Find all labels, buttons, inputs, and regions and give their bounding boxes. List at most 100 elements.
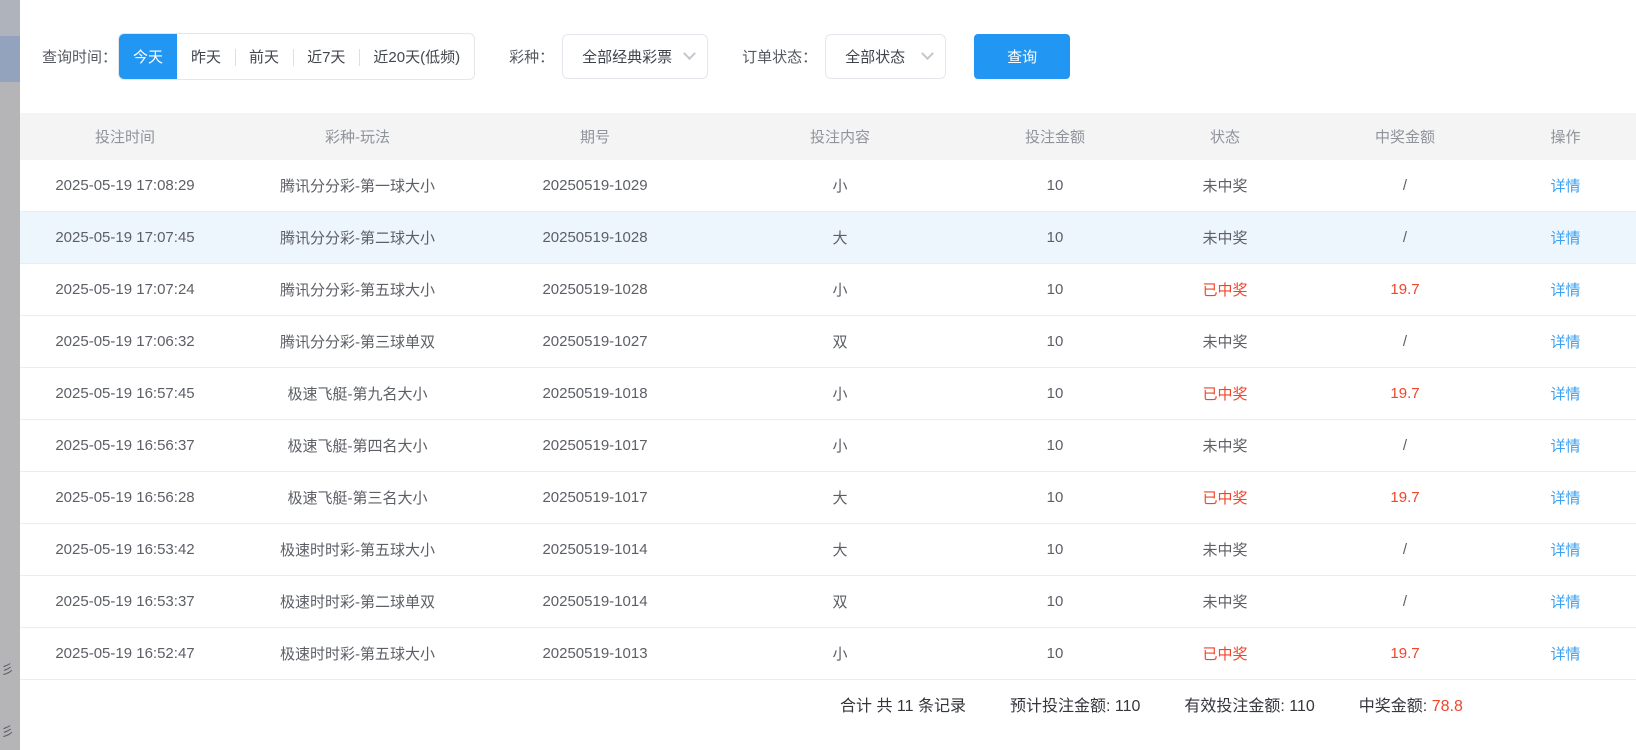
table-body: 2025-05-19 17:08:29 腾讯分分彩-第一球大小 20250519… bbox=[20, 160, 1636, 680]
column-header-4: 投注内容 bbox=[705, 126, 975, 147]
detail-link[interactable]: 详情 bbox=[1550, 594, 1580, 611]
bet-time-cell: 2025-05-19 16:56:28 bbox=[20, 489, 230, 506]
lottery-play-cell: 极速时时彩-第二球单双 bbox=[230, 591, 485, 612]
time-option-4[interactable]: 近20天(低频) bbox=[359, 34, 474, 79]
win-amount-cell: / bbox=[1315, 541, 1495, 558]
period-number-cell: 20250519-1013 bbox=[485, 645, 705, 662]
query-button[interactable]: 查询 bbox=[974, 34, 1070, 79]
action-cell: 详情 bbox=[1495, 175, 1636, 196]
detail-link[interactable]: 详情 bbox=[1550, 282, 1580, 299]
win-amount-cell: / bbox=[1315, 333, 1495, 350]
table-row: 2025-05-19 16:56:28 极速飞艇-第三名大小 20250519-… bbox=[20, 472, 1636, 524]
status-cell: 已中奖 bbox=[1135, 279, 1315, 300]
bet-content-cell: 小 bbox=[705, 279, 975, 300]
action-cell: 详情 bbox=[1495, 643, 1636, 664]
table-row: 2025-05-19 17:08:29 腾讯分分彩-第一球大小 20250519… bbox=[20, 160, 1636, 212]
table-header-row: 投注时间彩种-玩法期号投注内容投注金额状态中奖金额操作 bbox=[20, 113, 1636, 160]
bet-amount-cell: 10 bbox=[975, 489, 1135, 506]
win-amount-cell: / bbox=[1315, 593, 1495, 610]
order-status-value: 全部状态 bbox=[845, 46, 905, 67]
summary-bar: 合计 共 11 条记录 预计投注金额: 110 有效投注金额: 110 中奖金额… bbox=[20, 680, 1636, 728]
order-status-label: 订单状态： bbox=[742, 46, 817, 67]
detail-link[interactable]: 详情 bbox=[1550, 334, 1580, 351]
column-header-7: 中奖金额 bbox=[1315, 126, 1495, 147]
table-row: 2025-05-19 16:56:37 极速飞艇-第四名大小 20250519-… bbox=[20, 420, 1636, 472]
bet-content-cell: 大 bbox=[705, 227, 975, 248]
win-amount-cell: 19.7 bbox=[1315, 489, 1495, 506]
column-header-8: 操作 bbox=[1495, 126, 1636, 147]
total-records-text: 合计 共 11 条记录 bbox=[840, 692, 966, 716]
time-option-1[interactable]: 昨天 bbox=[177, 34, 235, 79]
win-amount-cell: / bbox=[1315, 229, 1495, 246]
detail-link[interactable]: 详情 bbox=[1550, 386, 1580, 403]
chevron-down-icon bbox=[921, 47, 934, 60]
bet-amount-cell: 10 bbox=[975, 437, 1135, 454]
lottery-play-cell: 极速时时彩-第五球大小 bbox=[230, 539, 485, 560]
action-cell: 详情 bbox=[1495, 279, 1636, 300]
action-cell: 详情 bbox=[1495, 591, 1636, 612]
time-range-segmented-control: 今天昨天前天近7天近20天(低频) bbox=[118, 33, 475, 80]
bet-amount-cell: 10 bbox=[975, 385, 1135, 402]
detail-link[interactable]: 详情 bbox=[1550, 178, 1580, 195]
table-row: 2025-05-19 16:53:42 极速时时彩-第五球大小 20250519… bbox=[20, 524, 1636, 576]
bet-amount-cell: 10 bbox=[975, 229, 1135, 246]
bet-time-cell: 2025-05-19 17:07:24 bbox=[20, 281, 230, 298]
period-number-cell: 20250519-1017 bbox=[485, 489, 705, 506]
win-amount-cell: / bbox=[1315, 177, 1495, 194]
table-row: 2025-05-19 17:07:24 腾讯分分彩-第五球大小 20250519… bbox=[20, 264, 1636, 316]
betting-records-page: 彡 彡 查询时间： 今天昨天前天近7天近20天(低频) 彩种： 全部经典彩票 订… bbox=[0, 0, 1636, 750]
win-amount-cell: 19.7 bbox=[1315, 385, 1495, 402]
bet-time-cell: 2025-05-19 16:53:37 bbox=[20, 593, 230, 610]
estimated-bet-amount: 预计投注金额: 110 bbox=[1010, 692, 1140, 716]
period-number-cell: 20250519-1018 bbox=[485, 385, 705, 402]
lottery-type-value: 全部经典彩票 bbox=[582, 46, 672, 67]
time-filter-label: 查询时间： bbox=[42, 46, 117, 67]
time-option-3[interactable]: 近7天 bbox=[293, 34, 359, 79]
detail-link[interactable]: 详情 bbox=[1550, 490, 1580, 507]
lottery-type-label: 彩种： bbox=[509, 46, 554, 67]
table-row: 2025-05-19 16:52:47 极速时时彩-第五球大小 20250519… bbox=[20, 628, 1636, 680]
bet-time-cell: 2025-05-19 17:08:29 bbox=[20, 177, 230, 194]
valid-bet-amount: 有效投注金额: 110 bbox=[1184, 692, 1314, 716]
detail-link[interactable]: 详情 bbox=[1550, 230, 1580, 247]
win-amount-value: 78.8 bbox=[1432, 698, 1463, 715]
detail-link[interactable]: 详情 bbox=[1550, 438, 1580, 455]
period-number-cell: 20250519-1017 bbox=[485, 437, 705, 454]
bet-amount-cell: 10 bbox=[975, 281, 1135, 298]
status-cell: 未中奖 bbox=[1135, 539, 1315, 560]
detail-link[interactable]: 详情 bbox=[1550, 542, 1580, 559]
win-amount-cell: / bbox=[1315, 437, 1495, 454]
period-number-cell: 20250519-1014 bbox=[485, 541, 705, 558]
win-amount-cell: 19.7 bbox=[1315, 645, 1495, 662]
column-header-1: 投注时间 bbox=[20, 126, 230, 147]
period-number-cell: 20250519-1014 bbox=[485, 593, 705, 610]
bet-content-cell: 小 bbox=[705, 643, 975, 664]
column-header-6: 状态 bbox=[1135, 126, 1315, 147]
bet-amount-cell: 10 bbox=[975, 333, 1135, 350]
time-option-2[interactable]: 前天 bbox=[235, 34, 293, 79]
bet-records-table: 投注时间彩种-玩法期号投注内容投注金额状态中奖金额操作 2025-05-19 1… bbox=[20, 113, 1636, 680]
period-number-cell: 20250519-1027 bbox=[485, 333, 705, 350]
order-status-select[interactable]: 全部状态 bbox=[825, 34, 946, 79]
lottery-play-cell: 极速飞艇-第四名大小 bbox=[230, 435, 485, 456]
bet-time-cell: 2025-05-19 16:57:45 bbox=[20, 385, 230, 402]
bet-content-cell: 小 bbox=[705, 435, 975, 456]
lottery-play-cell: 腾讯分分彩-第三球单双 bbox=[230, 331, 485, 352]
bet-content-cell: 大 bbox=[705, 539, 975, 560]
lottery-type-select[interactable]: 全部经典彩票 bbox=[562, 34, 708, 79]
bet-time-cell: 2025-05-19 16:53:42 bbox=[20, 541, 230, 558]
detail-link[interactable]: 详情 bbox=[1550, 646, 1580, 663]
bet-amount-cell: 10 bbox=[975, 593, 1135, 610]
period-number-cell: 20250519-1028 bbox=[485, 229, 705, 246]
column-header-5: 投注金额 bbox=[975, 126, 1135, 147]
table-row: 2025-05-19 16:57:45 极速飞艇-第九名大小 20250519-… bbox=[20, 368, 1636, 420]
status-cell: 未中奖 bbox=[1135, 227, 1315, 248]
time-option-0[interactable]: 今天 bbox=[119, 34, 177, 79]
lottery-play-cell: 腾讯分分彩-第五球大小 bbox=[230, 279, 485, 300]
bet-content-cell: 大 bbox=[705, 487, 975, 508]
lottery-play-cell: 极速飞艇-第九名大小 bbox=[230, 383, 485, 404]
bet-content-cell: 小 bbox=[705, 383, 975, 404]
action-cell: 详情 bbox=[1495, 435, 1636, 456]
lottery-play-cell: 腾讯分分彩-第二球大小 bbox=[230, 227, 485, 248]
period-number-cell: 20250519-1028 bbox=[485, 281, 705, 298]
